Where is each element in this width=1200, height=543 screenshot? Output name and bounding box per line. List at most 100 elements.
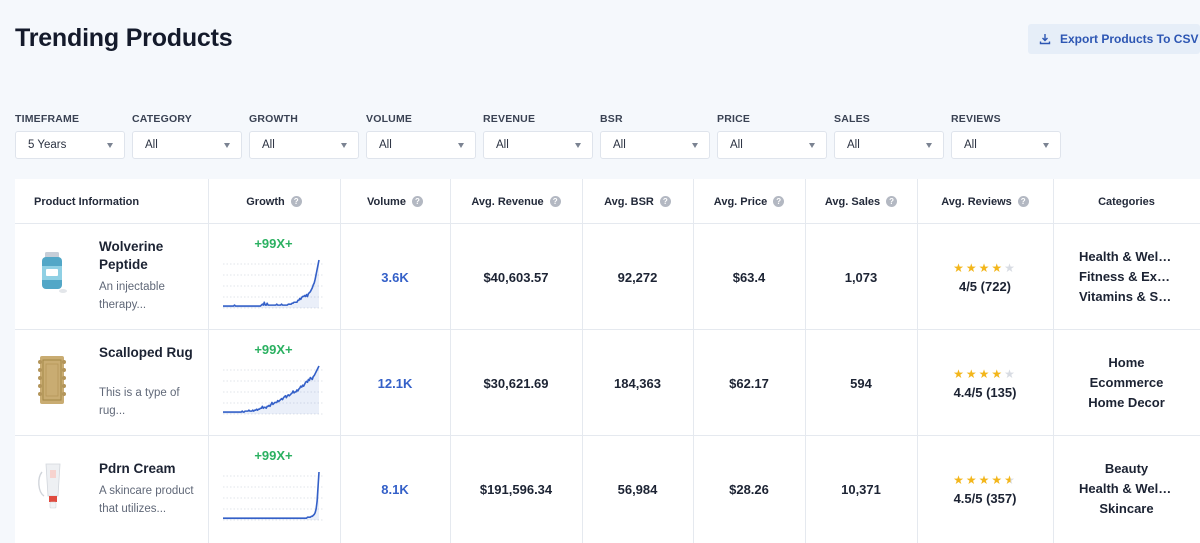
column-divider <box>450 179 451 543</box>
category-tag: Skincare <box>1099 501 1154 516</box>
help-icon[interactable]: ? <box>411 196 423 207</box>
table-row[interactable]: Wolverine Peptide An injectable therapy.… <box>15 224 1200 330</box>
col-header-avg-sales[interactable]: Avg. Sales ? <box>805 179 917 224</box>
category-select[interactable]: All <box>132 131 242 159</box>
revenue-select[interactable]: All <box>483 131 593 159</box>
category-tag: Home <box>1108 355 1145 370</box>
product-image-peptide-bottle <box>42 252 67 293</box>
star-rating: ★ ★ ★ ★ ★ <box>953 473 1017 487</box>
sparkline-line <box>223 471 320 519</box>
column-divider <box>340 179 341 543</box>
reviews-cell: ★ ★ ★ ★ ★ 4.4/5 (135) <box>917 330 1053 436</box>
growth-sparkline <box>223 365 323 415</box>
star-filled-icon: ★ <box>965 472 979 487</box>
sales-select[interactable]: All <box>834 131 944 159</box>
sparkline-area <box>223 366 319 414</box>
caret-down-icon <box>926 142 932 148</box>
product-name[interactable]: Scalloped Rug <box>99 344 199 362</box>
reviews-value: 4.5/5 (357) <box>953 490 1017 506</box>
filter-value: All <box>379 139 392 151</box>
table-row[interactable]: Scalloped Rug This is a type of rug... +… <box>15 330 1200 436</box>
sales-value: 1,073 <box>844 269 878 285</box>
filter-value: All <box>145 139 158 151</box>
filter-label: CATEGORY <box>132 113 192 125</box>
col-header-avg-revenue[interactable]: Avg. Revenue ? <box>450 179 582 224</box>
filter-sales: SALES All <box>834 112 944 159</box>
col-header-label: Avg. Sales <box>824 195 881 208</box>
product-description: This is a type of rug... <box>99 387 180 417</box>
product-image-rug <box>38 356 66 404</box>
product-name[interactable]: Wolverine Peptide <box>99 238 199 274</box>
col-header-label: Avg. BSR <box>604 195 654 208</box>
category-tag: Health & Wellness <box>1079 249 1174 264</box>
product-name[interactable]: Pdrn Cream <box>99 460 199 478</box>
col-header-label: Avg. Price <box>713 195 768 208</box>
export-csv-button[interactable]: Export Products To CSV <box>1028 24 1200 54</box>
revenue-value: $40,603.57 <box>483 269 549 285</box>
timeframe-select[interactable]: 5 Years <box>15 131 125 159</box>
help-icon[interactable]: ? <box>549 196 561 207</box>
filter-label: PRICE <box>717 113 751 125</box>
sparkline-area <box>223 260 319 308</box>
price-value: $28.26 <box>729 481 769 497</box>
col-header-avg-bsr[interactable]: Avg. BSR ? <box>582 179 693 224</box>
growth-sparkline <box>223 471 323 521</box>
page-title: Trending Products <box>15 24 233 52</box>
bsr-select[interactable]: All <box>600 131 710 159</box>
help-icon[interactable]: ? <box>290 196 302 207</box>
col-header-categories: Categories <box>1053 179 1200 224</box>
star-rating: ★ ★ ★ ★ ★ <box>953 367 1017 381</box>
category-tag: Vitamins & Supplements <box>1079 289 1174 304</box>
categories-cell: Home Ecommerce Home Decor <box>1053 330 1200 436</box>
filter-label: REVIEWS <box>951 113 1001 125</box>
growth-cell: +99X+ <box>208 330 340 436</box>
sales-value: 10,371 <box>841 481 881 497</box>
star-filled-icon: ★ <box>965 366 979 381</box>
reviews-select[interactable]: All <box>951 131 1061 159</box>
col-header-volume[interactable]: Volume ? <box>340 179 450 224</box>
product-image-cream-tube <box>38 463 61 509</box>
help-icon[interactable]: ? <box>773 196 785 207</box>
col-header-avg-reviews[interactable]: Avg. Reviews ? <box>917 179 1053 224</box>
filter-label: TIMEFRAME <box>15 113 80 125</box>
table-row[interactable]: Pdrn Cream A skincare product that utili… <box>15 436 1200 542</box>
sales-value: 594 <box>850 375 872 391</box>
star-filled-icon: ★ <box>991 260 1005 275</box>
filter-label: VOLUME <box>366 113 413 125</box>
bsr-value: 92,272 <box>617 269 658 285</box>
categories-cell: Beauty Health & Wellness Skincare <box>1053 436 1200 542</box>
filter-value: All <box>964 139 977 151</box>
column-divider <box>693 179 694 543</box>
caret-down-icon <box>692 142 698 148</box>
col-header-avg-price[interactable]: Avg. Price ? <box>693 179 805 224</box>
filter-timeframe: TIMEFRAME 5 Years <box>15 112 125 159</box>
price-select[interactable]: All <box>717 131 827 159</box>
col-header-label: Categories <box>1098 195 1155 208</box>
volume-select[interactable]: All <box>366 131 476 159</box>
star-half-icon: ★ <box>1004 472 1017 487</box>
filter-reviews: REVIEWS All <box>951 112 1061 159</box>
growth-value: +99X+ <box>254 236 293 251</box>
help-icon[interactable]: ? <box>659 196 671 207</box>
caret-down-icon <box>341 142 347 148</box>
col-header-growth[interactable]: Growth ? <box>208 179 340 224</box>
filter-value: All <box>262 139 275 151</box>
revenue-value: $191,596.34 <box>479 481 553 497</box>
help-icon[interactable]: ? <box>1017 196 1029 207</box>
filter-label: BSR <box>600 113 623 125</box>
growth-cell: +99X+ <box>208 436 340 542</box>
help-icon[interactable]: ? <box>886 196 898 207</box>
filter-value: All <box>730 139 743 151</box>
column-divider <box>208 179 209 543</box>
filter-label: REVENUE <box>483 113 536 125</box>
download-icon <box>1039 34 1051 45</box>
growth-select[interactable]: All <box>249 131 359 159</box>
col-header-label: Avg. Reviews <box>941 195 1012 208</box>
filter-bsr: BSR All <box>600 112 710 159</box>
filter-label: SALES <box>834 113 871 125</box>
revenue-value: $30,621.69 <box>483 375 549 391</box>
categories-cell: Health & Wellness Fitness & Exercise Vit… <box>1053 224 1200 330</box>
bsr-value: 56,984 <box>617 481 658 497</box>
col-header-label: Avg. Revenue <box>471 195 544 208</box>
category-tag: Ecommerce <box>1089 375 1164 390</box>
